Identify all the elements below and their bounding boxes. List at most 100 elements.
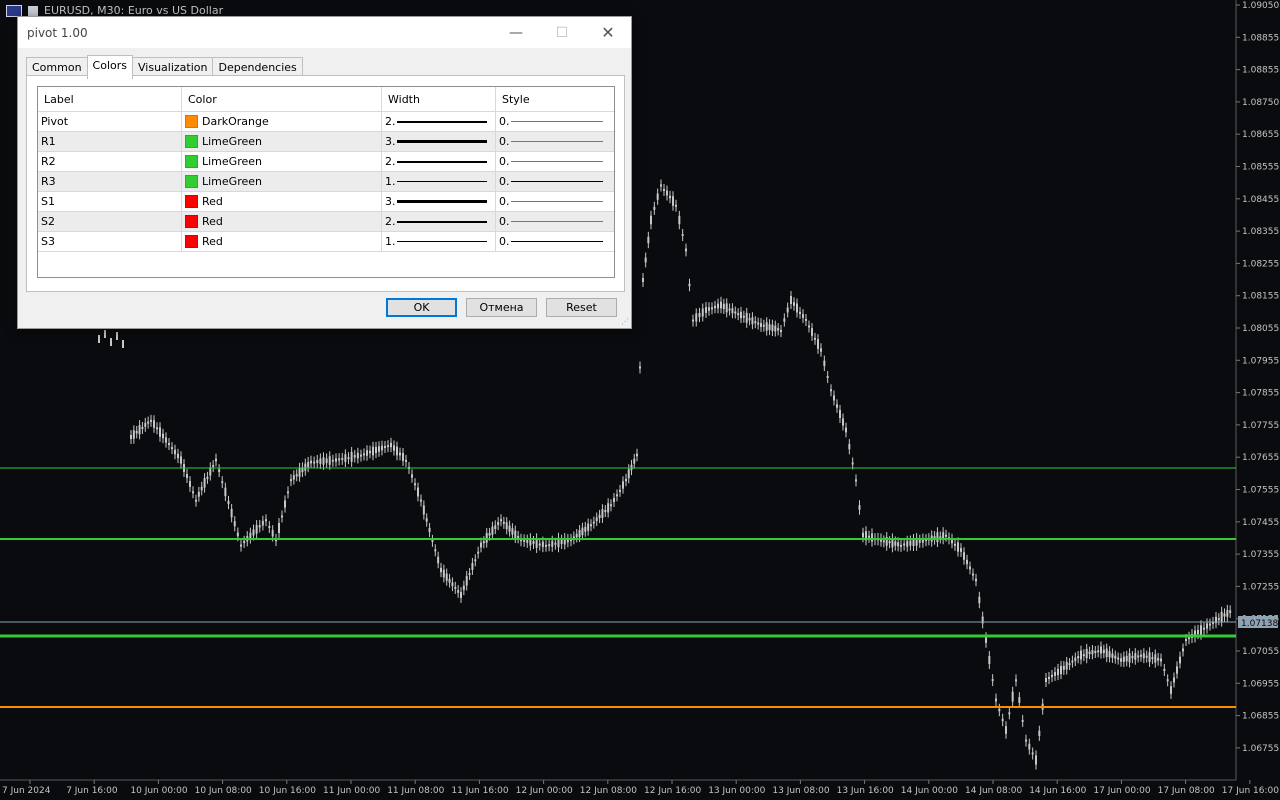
column-header-style: Style [502, 92, 530, 106]
candle-body [1223, 613, 1226, 617]
table-row[interactable]: S3 Red 1. 0. [38, 232, 614, 252]
candle-body [295, 474, 298, 477]
candle-body [823, 360, 826, 367]
candle-body [918, 539, 921, 543]
candle-body [833, 395, 835, 401]
style-selector[interactable]: 0. [496, 112, 614, 131]
style-selector[interactable]: 0. [496, 132, 614, 151]
candle-body [1031, 752, 1034, 755]
candle-body [417, 487, 419, 497]
width-selector[interactable]: 2. [382, 152, 496, 171]
dialog-titlebar[interactable]: pivot 1.00 — ☐ ✕ [18, 17, 631, 48]
column-header-width: Width [382, 87, 496, 111]
candle-body [855, 479, 857, 482]
candle-body [526, 539, 529, 543]
time-tick-label: 12 Jun 16:00 [644, 786, 701, 796]
candle-body [298, 467, 301, 477]
candle-body [1088, 651, 1091, 655]
style-selector[interactable]: 0. [496, 172, 614, 191]
candle-body [1114, 655, 1117, 659]
cancel-button[interactable]: Отмена [466, 298, 537, 317]
style-selector[interactable]: 0. [496, 152, 614, 171]
candle-body [1074, 657, 1077, 662]
candle-body [477, 551, 480, 554]
table-row[interactable]: S2 Red 2. 0. [38, 212, 614, 232]
color-picker[interactable]: LimeGreen [182, 172, 382, 191]
candle-body [814, 337, 816, 340]
table-row[interactable]: R2 LimeGreen 2. 0. [38, 152, 614, 172]
width-selector[interactable]: 1. [382, 232, 496, 251]
tab-colors[interactable]: Colors [86, 55, 133, 79]
style-sample [511, 201, 603, 202]
table-row[interactable]: R1 LimeGreen 3. 0. [38, 132, 614, 152]
candle-body [485, 533, 488, 543]
reset-button[interactable]: Reset [546, 298, 617, 317]
width-selector[interactable]: 2. [382, 212, 496, 231]
candle-body [195, 499, 197, 502]
color-picker[interactable]: Red [182, 212, 382, 231]
candle-body [402, 453, 404, 461]
minimize-button[interactable]: — [493, 17, 539, 48]
candle-body [560, 539, 563, 545]
candle-body [1001, 718, 1004, 722]
resize-grip-icon[interactable]: ⋰ [621, 318, 629, 326]
candle-body [465, 575, 468, 586]
width-selector[interactable]: 1. [382, 172, 496, 191]
candle-body [1182, 648, 1184, 652]
candle-body [1220, 611, 1223, 622]
width-sample [397, 160, 487, 163]
grid-body: Pivot DarkOrange 2. 0. R1 LimeGreen 3. 0. R2 Lime… [38, 112, 614, 252]
color-picker[interactable]: Red [182, 232, 382, 251]
width-sample [397, 200, 487, 203]
candle-body [765, 322, 768, 331]
candle-body [1025, 739, 1027, 742]
candle-body [440, 567, 442, 573]
style-selector[interactable]: 0. [496, 232, 614, 251]
style-sample [511, 181, 603, 182]
color-picker[interactable]: DarkOrange [182, 112, 382, 131]
candle-body [656, 193, 659, 200]
candle-body [171, 447, 173, 450]
candle-body [720, 301, 722, 309]
candle-body [1226, 609, 1229, 617]
price-tick-label: 1.08855 [1242, 33, 1279, 43]
candle-body [156, 427, 158, 430]
width-selector[interactable]: 3. [382, 192, 496, 211]
ok-button[interactable]: OK [386, 298, 457, 317]
current-price-label: 1.07138 [1241, 619, 1278, 629]
candle-body [221, 481, 224, 484]
candle-body [584, 526, 587, 532]
candle-body [663, 188, 665, 191]
candle-body [1206, 623, 1208, 629]
candle-body [808, 325, 810, 328]
color-picker[interactable]: LimeGreen [182, 132, 382, 151]
candle-body [1091, 650, 1094, 655]
width-selector[interactable]: 2. [382, 112, 496, 131]
candle-body [162, 433, 164, 439]
color-picker[interactable]: LimeGreen [182, 152, 382, 171]
table-row[interactable]: S1 Red 3. 0. [38, 192, 614, 212]
maximize-button[interactable]: ☐ [539, 17, 585, 48]
candle-body [595, 517, 598, 522]
candle-body [1060, 665, 1062, 675]
candle-body [851, 462, 854, 465]
candle-body [619, 489, 621, 492]
candle-body [396, 446, 398, 456]
candle-body [1131, 656, 1134, 659]
color-picker[interactable]: Red [182, 192, 382, 211]
candle-body [411, 474, 413, 478]
table-row[interactable]: R3 LimeGreen 1. 0. [38, 172, 614, 192]
style-selector[interactable]: 0. [496, 212, 614, 231]
width-selector[interactable]: 3. [382, 132, 496, 151]
candle-body [906, 540, 909, 547]
indicator-properties-dialog[interactable]: pivot 1.00 — ☐ ✕ Common Colors Visualiza… [17, 16, 632, 329]
candle-body [1048, 676, 1050, 680]
style-selector[interactable]: 0. [496, 192, 614, 211]
candle-body [338, 458, 341, 461]
candle-body [236, 532, 239, 537]
candle-body [1154, 654, 1157, 663]
price-tick-label: 1.06855 [1242, 712, 1279, 722]
price-tick-label: 1.07255 [1242, 582, 1279, 592]
close-button[interactable]: ✕ [585, 17, 631, 48]
table-row[interactable]: Pivot DarkOrange 2. 0. [38, 112, 614, 132]
